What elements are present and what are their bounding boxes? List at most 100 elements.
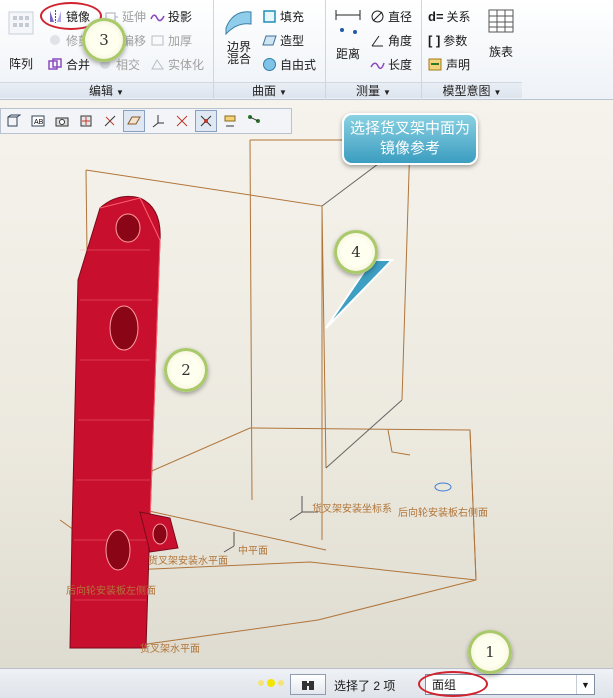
graphics-viewport[interactable]: 货叉架安装坐标系 后向轮安装板右侧面 后向轮安装板左侧面 货叉架水平面 货叉架安… bbox=[0, 100, 613, 668]
datum-plane-icon bbox=[127, 116, 141, 125]
label-center-plane: 中平面 bbox=[238, 544, 268, 557]
declare-button[interactable]: 声明 bbox=[428, 54, 470, 74]
datum-axis-button[interactable] bbox=[99, 110, 121, 132]
freeform-icon bbox=[263, 57, 276, 71]
extend-label: 延伸 bbox=[122, 9, 147, 24]
length-button[interactable]: 长度 bbox=[370, 54, 412, 74]
edit-group-title: 编辑 bbox=[89, 84, 114, 98]
coordinate-system-icon bbox=[223, 496, 318, 553]
status-bar: 选择了 2 项 面组 ▼ bbox=[0, 668, 613, 698]
badge-1-text: 1 bbox=[485, 643, 495, 661]
solidify-icon bbox=[151, 58, 164, 69]
binoculars-icon bbox=[302, 680, 314, 690]
annotation-icon: AB bbox=[31, 115, 45, 127]
fill-button[interactable]: 填充 bbox=[262, 6, 304, 26]
surface-group: 边界 混合 填充 造型 自由式 曲面 ▼ bbox=[214, 0, 326, 100]
datum-point-icon bbox=[176, 115, 188, 127]
status-dot-icon bbox=[258, 680, 264, 686]
project-icon bbox=[150, 13, 165, 21]
chevron-down-icon: ▼ bbox=[279, 88, 287, 97]
relations-label: 关系 bbox=[446, 9, 471, 24]
label-rear-wheel-left: 后向轮安装板左侧面 bbox=[66, 584, 156, 597]
datum-ellipse bbox=[434, 482, 452, 492]
view-orient-button[interactable] bbox=[3, 110, 25, 132]
parameters-button[interactable]: [ ] 参数 bbox=[428, 30, 467, 50]
camera-icon bbox=[55, 117, 69, 127]
trim-icon bbox=[50, 34, 60, 45]
chevron-down-icon: ▼ bbox=[383, 88, 391, 97]
freeform-button[interactable]: 自由式 bbox=[262, 54, 316, 74]
step-badge-4: 4 bbox=[334, 230, 378, 274]
datum-plane-toggle[interactable] bbox=[123, 110, 145, 132]
status-lights bbox=[258, 679, 284, 687]
annotation-filter-button[interactable] bbox=[219, 110, 241, 132]
label-fork-csys: 货叉架安装坐标系 bbox=[312, 502, 392, 515]
diameter-button[interactable]: 直径 bbox=[370, 6, 412, 26]
step-badge-3: 3 bbox=[82, 18, 126, 62]
surface-group-label[interactable]: 曲面 ▼ bbox=[214, 82, 325, 98]
relations-button[interactable]: d= 关系 bbox=[428, 6, 471, 26]
thicken-button[interactable]: 加厚 bbox=[150, 30, 192, 50]
diameter-label: 直径 bbox=[388, 9, 413, 24]
array-icon bbox=[8, 11, 34, 35]
surface-group-title: 曲面 bbox=[252, 84, 277, 98]
measure-group-title: 测量 bbox=[356, 84, 381, 98]
thicken-label: 加厚 bbox=[168, 33, 193, 48]
annotation-display-button[interactable]: AB bbox=[27, 110, 49, 132]
parameters-icon: [ ] bbox=[428, 32, 441, 48]
find-button[interactable] bbox=[290, 674, 326, 695]
fill-label: 填充 bbox=[280, 9, 305, 24]
declare-icon bbox=[428, 58, 442, 70]
model-intent-group-title: 模型意图 bbox=[442, 84, 491, 98]
merge-label: 合并 bbox=[66, 57, 91, 72]
datum-point-button[interactable] bbox=[171, 110, 193, 132]
edit-group-label[interactable]: 编辑 ▼ bbox=[0, 82, 213, 98]
fill-icon bbox=[263, 9, 276, 23]
csys-icon bbox=[152, 115, 164, 128]
camera-button[interactable] bbox=[51, 110, 73, 132]
selection-status: 选择了 2 项 bbox=[334, 679, 396, 693]
spin-center-button[interactable] bbox=[75, 110, 97, 132]
datum-csys-button[interactable] bbox=[147, 110, 169, 132]
parameters-label: 参数 bbox=[443, 33, 468, 48]
family-table-icon bbox=[488, 9, 514, 33]
style-button[interactable]: 造型 bbox=[262, 30, 304, 50]
label-fork-plane-partial: 货叉架安装水平面 bbox=[148, 554, 228, 567]
relations-icon: d= bbox=[428, 8, 444, 24]
boundary-blend-button[interactable]: 边界 混合 bbox=[218, 6, 260, 65]
badge-2-text: 2 bbox=[181, 361, 191, 379]
measure-group-label[interactable]: 测量 ▼ bbox=[326, 82, 421, 98]
spin-center-toggle[interactable] bbox=[195, 110, 217, 132]
boundary-blend-label: 边界 混合 bbox=[226, 40, 251, 66]
distance-button[interactable]: 距离 bbox=[330, 6, 366, 62]
style-label: 造型 bbox=[280, 33, 305, 48]
fork-bracket-part[interactable] bbox=[69, 195, 179, 649]
step-badge-1: 1 bbox=[468, 630, 512, 674]
model-intent-group: d= 关系 [ ] 参数 声明 族表 模型意图 ▼ bbox=[422, 0, 522, 100]
angle-button[interactable]: 角度 bbox=[370, 30, 412, 50]
svg-text:AB: AB bbox=[34, 119, 44, 126]
distance-label: 距离 bbox=[335, 47, 360, 61]
angle-icon bbox=[371, 35, 383, 46]
filter-highlight-ring bbox=[418, 671, 488, 697]
distance-icon bbox=[335, 10, 361, 34]
merge-icon bbox=[48, 57, 62, 70]
project-button[interactable]: 投影 bbox=[150, 6, 192, 26]
family-table-label: 族表 bbox=[488, 45, 513, 59]
spin-toggle-icon bbox=[200, 115, 212, 127]
label-fork-horizontal: 货叉架水平面 bbox=[140, 642, 200, 655]
sketch-icon bbox=[248, 115, 260, 123]
datum-axis-icon bbox=[104, 115, 116, 127]
solidify-label: 实体化 bbox=[168, 57, 205, 72]
sketcher-display-button[interactable] bbox=[243, 110, 265, 132]
model-canvas[interactable]: 货叉架安装坐标系 后向轮安装板右侧面 后向轮安装板左侧面 货叉架水平面 货叉架安… bbox=[0, 100, 613, 668]
solidify-button[interactable]: 实体化 bbox=[150, 54, 204, 74]
cube-icon bbox=[7, 114, 21, 127]
model-intent-group-label[interactable]: 模型意图 ▼ bbox=[422, 82, 522, 98]
array-button[interactable]: 阵列 bbox=[4, 10, 38, 72]
family-table-button[interactable]: 族表 bbox=[484, 8, 518, 60]
length-label: 长度 bbox=[388, 57, 413, 72]
step-badge-2: 2 bbox=[164, 348, 208, 392]
chevron-down-icon: ▼ bbox=[493, 88, 502, 97]
merge-button[interactable]: 合并 bbox=[48, 54, 90, 74]
